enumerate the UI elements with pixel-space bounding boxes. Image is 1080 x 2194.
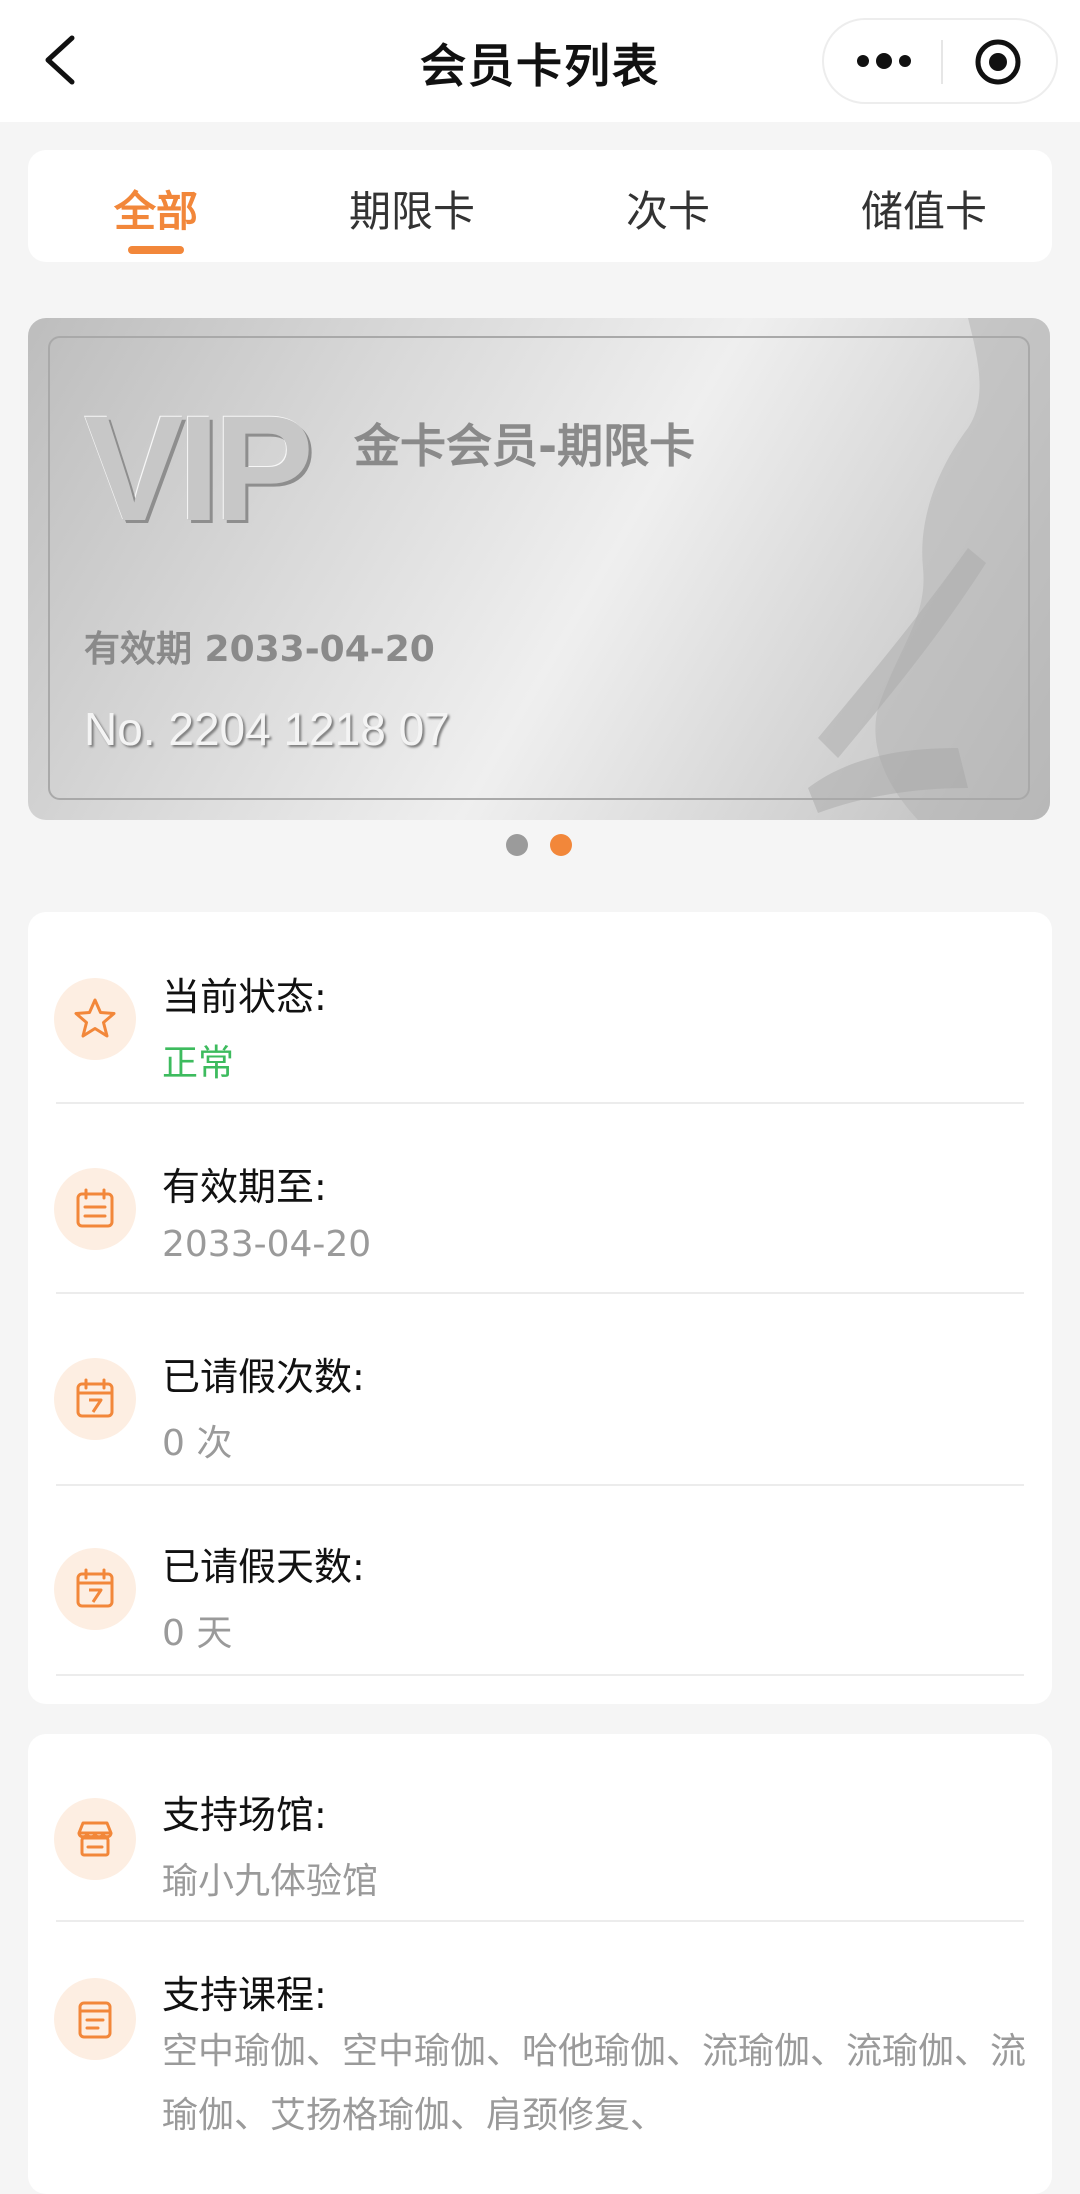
status-value: 正常 [162,1043,235,1084]
card-type-tabs: 全部 期限卡 次卡 储值卡 [28,150,1052,262]
store-icon [77,1821,113,1857]
calendar-list-icon [76,1188,114,1228]
nav-bar: 会员卡列表 [0,0,1080,122]
card-info-panel: 当前状态: 正常 有效期至: 2033-04-20 已请假次数: 0 次 已请假… [28,912,1052,1704]
capsule-divider [941,40,943,84]
leave-days-row: 已请假天数: 0 天 [28,1486,1052,1678]
close-target-icon[interactable] [974,38,1022,86]
tab-all[interactable]: 全部 [28,178,284,239]
card-name: 金卡会员-期限卡 [354,419,696,473]
card-validity: 有效期 2033-04-20 [84,629,435,670]
venue-icon-badge [54,1798,136,1880]
course-icon-badge [54,1978,136,2060]
expiry-row: 有效期至: 2033-04-20 [28,1104,1052,1294]
divider [56,1674,1024,1676]
vip-badge: VIP [84,384,314,552]
leave-days-value: 0 天 [162,1613,233,1654]
status-row: 当前状态: 正常 [28,912,1052,1104]
tab-stored-value-card[interactable]: 储值卡 [796,178,1052,239]
leave-times-label: 已请假次数: [162,1355,365,1399]
mini-program-capsule [822,18,1058,104]
status-label: 当前状态: [162,975,327,1019]
active-tab-indicator [128,246,184,254]
leave-times-row: 已请假次数: 0 次 [28,1294,1052,1486]
venue-label: 支持场馆: [162,1793,327,1837]
document-icon [78,2001,112,2039]
leave-times-icon-badge [54,1358,136,1440]
carousel-dot-2-active[interactable] [550,834,572,856]
more-icon[interactable] [854,46,914,76]
leave-days-label: 已请假天数: [162,1545,365,1589]
course-row: 支持课程: 空中瑜伽、空中瑜伽、哈他瑜伽、流瑜伽、流瑜伽、流瑜伽、艾扬格瑜伽、肩… [28,1922,1052,2194]
carousel-dot-1[interactable] [506,834,528,856]
support-panel: 支持场馆: 瑜小九体验馆 支持课程: 空中瑜伽、空中瑜伽、哈他瑜伽、流瑜伽、流瑜… [28,1734,1052,2194]
expiry-label: 有效期至: [162,1165,327,1209]
leave-days-icon-badge [54,1548,136,1630]
card-number: No. 2204 1218 07 [84,703,450,755]
star-icon [74,998,116,1038]
calendar-7-icon [76,1568,114,1608]
venue-row: 支持场馆: 瑜小九体验馆 [28,1734,1052,1922]
course-label: 支持课程: [162,1973,327,2017]
course-value: 空中瑜伽、空中瑜伽、哈他瑜伽、流瑜伽、流瑜伽、流瑜伽、艾扬格瑜伽、肩颈修复、 [162,2031,1027,2136]
status-icon-badge [54,978,136,1060]
calendar-7-icon [76,1378,114,1418]
tab-count-card[interactable]: 次卡 [540,178,796,239]
expiry-value: 2033-04-20 [162,1224,372,1265]
leave-times-value: 0 次 [162,1423,233,1464]
expiry-icon-badge [54,1168,136,1250]
tab-term-card[interactable]: 期限卡 [284,178,540,239]
membership-card[interactable]: VIP 金卡会员-期限卡 有效期 2033-04-20 No. 2204 121… [28,318,1050,820]
venue-value: 瑜小九体验馆 [162,1861,379,1902]
carousel-indicator [0,834,1080,858]
